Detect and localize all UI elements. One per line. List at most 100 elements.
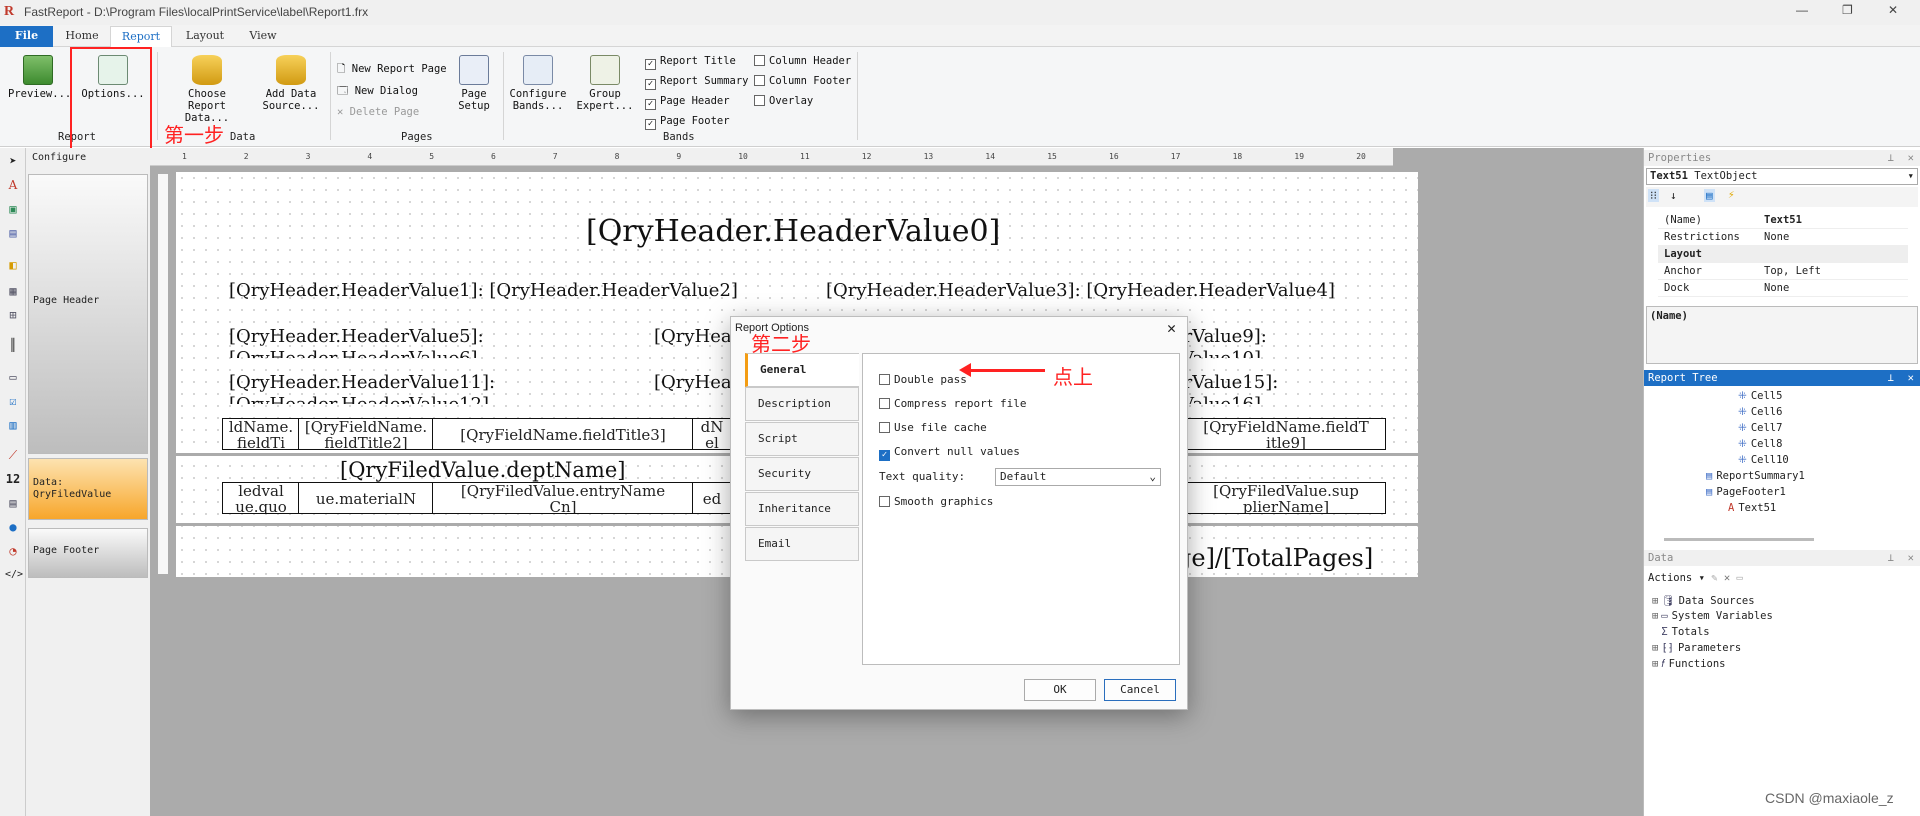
dialog-option-checkbox[interactable]: Use file cache — [879, 421, 987, 434]
tree-scrollbar[interactable] — [1664, 538, 1814, 541]
property-row[interactable]: Dock None — [1658, 280, 1908, 297]
choose-report-data-button[interactable]: Choose Report Data... — [164, 55, 250, 124]
view-icon[interactable]: ▭ — [1737, 572, 1743, 584]
band-checkbox[interactable]: Column Footer — [754, 75, 851, 87]
table-cell[interactable]: [QryFiledValue.entryName Cn] — [432, 482, 694, 514]
expand-icon[interactable] — [1652, 626, 1658, 638]
band-data[interactable]: Data: QryFiledValue — [28, 458, 148, 520]
matrix-tool-icon[interactable]: ⊞ — [5, 308, 21, 322]
data-tree-item[interactable]: ⊞ ⁅⁆ Parameters — [1652, 642, 1741, 654]
new-dialog-button[interactable]: 🗔 New Dialog — [337, 83, 418, 101]
barcode-tool-icon[interactable]: ║ — [5, 338, 21, 352]
group-expert-button[interactable]: Group Expert... — [575, 55, 635, 112]
configure-bands-button[interactable]: Configure Bands... — [508, 55, 568, 112]
text-tool-icon[interactable]: A — [5, 178, 21, 192]
tab-home[interactable]: Home — [56, 26, 108, 47]
html-tool-icon[interactable]: </> — [5, 568, 23, 582]
expand-icon[interactable]: ⊞ — [1652, 642, 1658, 654]
header-value5[interactable]: [QryHeader.HeaderValue5]: — [229, 326, 484, 347]
preview-button[interactable]: Preview... — [8, 55, 71, 100]
property-row[interactable]: (Name) Text51 — [1658, 212, 1908, 229]
pin-icon[interactable]: ⊥ — [1888, 370, 1894, 386]
dialog-close-icon[interactable]: ✕ — [1167, 319, 1176, 337]
property-row[interactable]: Anchor Top, Left — [1658, 263, 1908, 280]
properties-icon[interactable]: ▤ — [1704, 189, 1715, 202]
tab-inheritance[interactable]: Inheritance — [745, 492, 859, 526]
dialog-option-checkbox[interactable]: ✓ Convert null values — [879, 445, 1020, 461]
data-tree-item[interactable]: ⊞ 𝑓 Functions — [1652, 658, 1726, 671]
ok-button[interactable]: OK — [1024, 679, 1096, 701]
band-tool-icon[interactable]: ▤ — [5, 226, 21, 240]
add-data-source-button[interactable]: Add Data Source... — [258, 55, 324, 112]
picture-tool-icon[interactable]: ▣ — [5, 202, 21, 216]
page-setup-button[interactable]: Page Setup — [452, 55, 496, 112]
dept-name-field[interactable]: [QryFiledValue.deptName] — [340, 458, 625, 482]
richtext-tool-icon[interactable]: ▭ — [5, 370, 21, 384]
pin-icon[interactable]: ⊥ — [1888, 550, 1894, 566]
table-cell[interactable]: [QryFieldName.fieldT itle9] — [1186, 418, 1386, 450]
header-value16[interactable]: Value16] — [1181, 394, 1261, 404]
subreport-tool-icon[interactable]: ◧ — [5, 258, 21, 272]
band-checkbox[interactable]: ✓ Report Title — [645, 55, 736, 70]
band-checkbox[interactable]: Column Header — [754, 55, 851, 67]
table-cell[interactable]: ue.materialN — [298, 482, 434, 514]
tree-item[interactable]: ⁜ Cell5 — [1738, 390, 1782, 402]
tree-item[interactable]: ⁜ Cell7 — [1738, 422, 1782, 434]
header-value10[interactable]: Value10] — [1181, 348, 1261, 358]
tab-email[interactable]: Email — [745, 527, 859, 561]
band-page-footer[interactable]: Page Footer — [28, 528, 148, 578]
events-icon[interactable]: ⚡ — [1728, 188, 1735, 201]
delete-icon[interactable]: ✕ — [1724, 572, 1730, 584]
table-cell[interactable]: ledval ue.quo — [222, 482, 300, 514]
object-selector[interactable]: Text51 TextObject ▾ — [1646, 168, 1918, 185]
band-checkbox[interactable]: ✓ Page Header — [645, 95, 730, 110]
header-value12[interactable]: [QryHeader.HeaderValue12] — [229, 394, 489, 404]
expand-icon[interactable]: ⊞ — [1652, 595, 1658, 607]
zip-tool-icon[interactable]: ▤ — [5, 496, 21, 510]
sparkline-tool-icon[interactable]: ⟋ — [5, 448, 21, 462]
header-value11[interactable]: [QryHeader.HeaderValue11]: — [229, 372, 495, 393]
tab-file[interactable]: File — [0, 26, 53, 47]
expand-icon[interactable]: ⊞ — [1652, 610, 1658, 622]
band-checkbox[interactable]: ✓ Report Summary — [645, 75, 749, 90]
actions-menu[interactable]: Actions ▾ ✎ ✕ ▭ — [1648, 572, 1743, 584]
tab-security[interactable]: Security — [745, 457, 859, 491]
dialog-option-checkbox[interactable]: Double pass — [879, 373, 967, 386]
pointer-icon[interactable]: ➤ — [5, 154, 21, 168]
tab-script[interactable]: Script — [745, 422, 859, 456]
tree-item[interactable]: ⁜ Cell6 — [1738, 406, 1782, 418]
property-category[interactable]: Layout — [1658, 246, 1908, 263]
data-tree-item[interactable]: ⊞ 🛢 Data Sources — [1652, 594, 1755, 607]
tree-item[interactable]: ⁜ Cell10 — [1738, 454, 1789, 466]
cancel-button[interactable]: Cancel — [1104, 679, 1176, 701]
header-value1-2[interactable]: [QryHeader.HeaderValue1]: [QryHeader.Hea… — [229, 280, 738, 301]
checkbox-tool-icon[interactable]: ☑ — [5, 394, 21, 408]
pin-icon[interactable]: ⊥ — [1888, 150, 1894, 166]
table-tool-icon[interactable]: ▦ — [5, 284, 21, 298]
data-tree-item[interactable]: ⊞ ▭ System Variables — [1652, 610, 1773, 622]
close-button[interactable]: ✕ — [1888, 3, 1898, 17]
tree-item[interactable]: ▤ ReportSummary1 — [1706, 470, 1805, 482]
delete-page-button[interactable]: ✕ Delete Page — [337, 106, 419, 118]
header-value6[interactable]: [QryHeader.HeaderValue6] — [229, 348, 478, 358]
table-cell[interactable]: ed — [692, 482, 732, 514]
tab-view[interactable]: View — [238, 26, 288, 47]
minimize-button[interactable]: — — [1796, 3, 1808, 17]
data-tree-item[interactable]: Σ Totals — [1652, 626, 1709, 638]
table-cell[interactable]: [QryFieldName.fieldTitle3] — [432, 418, 694, 450]
chart-tool-icon[interactable]: ▥ — [5, 418, 21, 432]
table-cell[interactable]: dN el — [692, 418, 732, 450]
tab-description[interactable]: Description — [745, 387, 859, 421]
expand-icon[interactable]: ⊞ — [1652, 658, 1658, 670]
dialog-option-checkbox[interactable]: Compress report file — [879, 397, 1026, 410]
band-page-header[interactable]: Page Header — [28, 174, 148, 454]
tree-item[interactable]: ⁜ Cell8 — [1738, 438, 1782, 450]
tab-layout[interactable]: Layout — [175, 26, 235, 47]
tree-item[interactable]: ▤ PageFooter1 — [1706, 486, 1786, 498]
text-quality-select[interactable]: Default ⌄ — [995, 468, 1161, 486]
tree-item[interactable]: A Text51 — [1728, 502, 1776, 514]
number-tool-icon[interactable]: 12 — [5, 472, 21, 486]
maximize-button[interactable]: ❐ — [1842, 3, 1853, 17]
band-checkbox[interactable]: Overlay — [754, 95, 813, 107]
header-value3-4[interactable]: [QryHeader.HeaderValue3]: [QryHeader.Hea… — [826, 280, 1335, 301]
